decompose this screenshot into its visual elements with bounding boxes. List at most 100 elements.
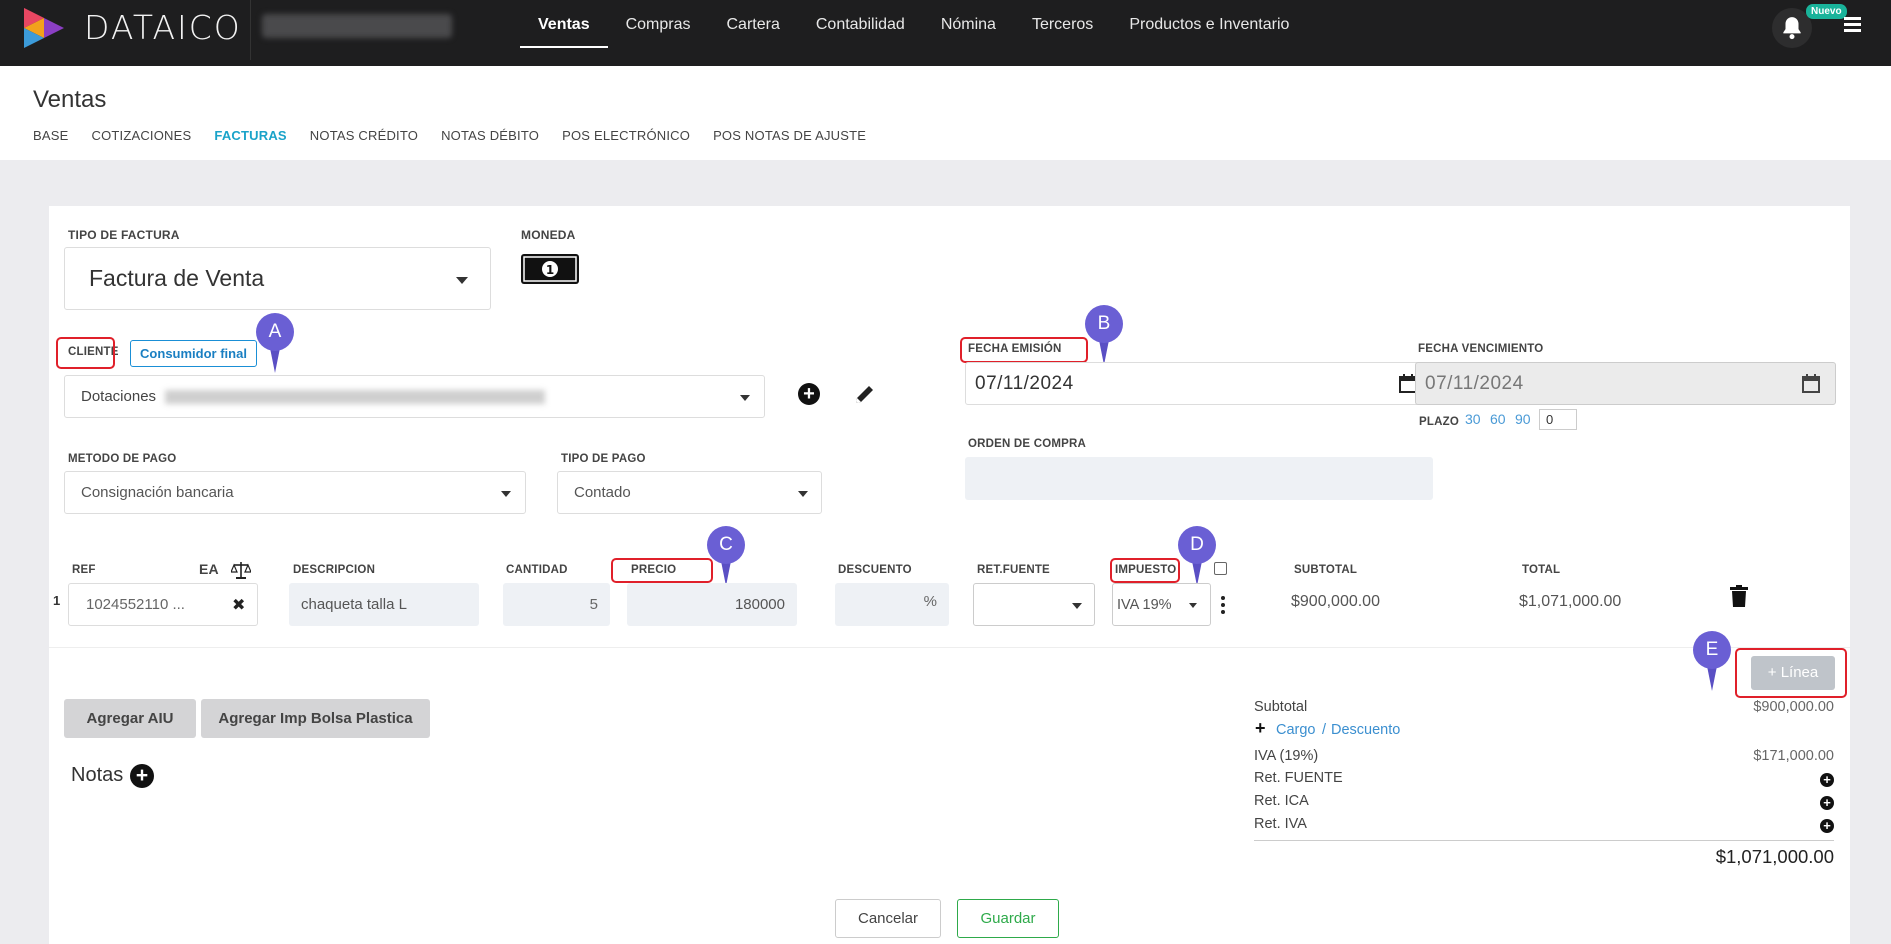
impuesto-select[interactable]: IVA 19% [1112,583,1211,626]
fecha-vencimiento-input[interactable]: 07/11/2024 [1415,362,1836,405]
tipo-pago-value: Contado [574,484,631,501]
nav-cartera[interactable]: Cartera [709,0,798,48]
cancel-button[interactable]: Cancelar [835,899,941,938]
ref-value: 1024552110 ... [86,596,185,613]
impuesto-value: IVA 19% [1117,597,1172,613]
cantidad-value: 5 [589,596,598,613]
tipo-factura-select[interactable]: Factura de Venta [64,247,491,310]
tab-pos-notas-ajuste[interactable]: POS NOTAS DE AJUSTE [713,128,866,143]
dataico-logo-icon[interactable] [20,4,68,52]
annotation-pin-a: A [256,313,296,377]
company-name-blurred [262,14,452,38]
save-button[interactable]: Guardar [957,899,1059,938]
balance-scale-icon[interactable] [231,561,251,579]
metodo-pago-value: Consignación bancaria [81,484,234,501]
tipo-pago-select[interactable]: Contado [557,471,822,514]
tab-pos-electronico[interactable]: POS ELECTRÓNICO [562,128,690,143]
fecha-vencimiento-label: FECHA VENCIMIENTO [1418,343,1544,355]
iva-value: $171,000.00 [1753,748,1834,764]
more-options-icon[interactable] [1221,596,1225,614]
hamburger-menu-icon[interactable] [1844,17,1861,34]
add-ret-iva-icon[interactable]: + [1820,819,1834,833]
money-bill-icon[interactable]: 1 [521,254,579,284]
consumidor-final-button[interactable]: Consumidor final [130,340,257,367]
col-descuento-header: DESCUENTO [838,564,912,576]
cliente-select[interactable]: Dotaciones [64,375,765,418]
brand-name[interactable]: DATAICO [84,8,242,47]
chevron-down-icon [501,491,511,497]
metodo-pago-label: METODO DE PAGO [68,453,177,465]
fecha-emision-value: 07/11/2024 [975,373,1074,394]
descuento-input[interactable]: % [835,583,949,626]
descripcion-value: chaqueta talla L [301,596,407,613]
tipo-factura-value: Factura de Venta [89,265,265,291]
ref-input[interactable]: 1024552110 ... ✖ [68,583,258,626]
annotation-pin-e: E [1693,631,1733,695]
page-header: Ventas BASE COTIZACIONES FACTURAS NOTAS … [0,66,1891,160]
chevron-down-icon [1072,603,1082,609]
agregar-aiu-button[interactable]: Agregar AIU [64,699,196,738]
add-notas-plus-icon[interactable]: + [130,764,154,788]
col-total-header: TOTAL [1522,564,1561,576]
tab-facturas[interactable]: FACTURAS [214,128,286,143]
annotation-box-fecha-emision [960,337,1088,363]
tab-base[interactable]: BASE [33,128,68,143]
nav-compras[interactable]: Compras [608,0,709,48]
orden-compra-label: ORDEN DE COMPRA [968,438,1087,450]
add-client-plus-icon[interactable]: + [798,383,820,405]
plazo-days-input[interactable]: 0 [1539,409,1577,430]
ret-iva-label: Ret. IVA [1254,816,1307,832]
new-badge: Nuevo [1806,4,1847,19]
cantidad-input[interactable]: 5 [503,583,610,626]
impuesto-checkbox[interactable] [1214,562,1227,575]
annotation-pin-b: B [1085,305,1125,369]
plazo-60-link[interactable]: 60 [1490,411,1506,427]
line-divider [49,647,1850,648]
add-ret-ica-icon[interactable]: + [1820,796,1834,810]
edit-pencil-icon[interactable] [853,382,877,406]
plazo-30-link[interactable]: 30 [1465,411,1481,427]
precio-value: 180000 [734,596,785,613]
annotation-box-cliente [56,337,115,369]
col-cantidad-header: CANTIDAD [506,564,568,576]
nav-terceros[interactable]: Terceros [1014,0,1111,48]
calendar-icon[interactable] [1801,374,1821,394]
page-title: Ventas [33,86,107,113]
descuento-link[interactable]: Descuento [1331,722,1400,738]
cargo-plus-icon[interactable]: + [1255,719,1266,737]
tab-notas-debito[interactable]: NOTAS DÉBITO [441,128,539,143]
orden-compra-input[interactable] [965,457,1433,500]
annotation-box-impuesto [1110,558,1180,583]
sub-nav: BASE COTIZACIONES FACTURAS NOTAS CRÉDITO… [33,128,889,143]
add-line-button[interactable]: + Línea [1751,656,1835,690]
tipo-pago-label: TIPO DE PAGO [561,453,646,465]
metodo-pago-select[interactable]: Consignación bancaria [64,471,526,514]
grand-total: $1,071,000.00 [1715,846,1834,867]
plazo-90-link[interactable]: 90 [1515,411,1531,427]
moneda-label: MONEDA [521,228,576,242]
ret-fuente-select[interactable] [973,583,1095,626]
line-number: 1 [53,593,61,608]
clear-ref-icon[interactable]: ✖ [232,595,245,615]
tab-notas-credito[interactable]: NOTAS CRÉDITO [310,128,418,143]
descripcion-input[interactable]: chaqueta talla L [289,583,479,626]
cargo-link[interactable]: Cargo [1276,722,1316,738]
nav-nomina[interactable]: Nómina [923,0,1014,48]
annotation-pin-d: D [1178,526,1218,590]
tab-cotizaciones[interactable]: COTIZACIONES [91,128,191,143]
trash-icon[interactable] [1730,585,1748,607]
nav-ventas[interactable]: Ventas [520,0,608,48]
iva-label: IVA (19%) [1254,748,1319,764]
fecha-emision-input[interactable]: 07/11/2024 [965,362,1433,405]
plazo-label: PLAZO [1419,416,1459,428]
agregar-imp-bolsa-button[interactable]: Agregar Imp Bolsa Plastica [201,699,430,738]
nav-contabilidad[interactable]: Contabilidad [798,0,923,48]
nav-productos-inventario[interactable]: Productos e Inventario [1111,0,1307,48]
annotation-letter-e: E [1693,631,1731,669]
annotation-letter-a: A [256,313,294,351]
topbar-divider [250,0,251,60]
precio-input[interactable]: 180000 [627,583,797,626]
add-ret-fuente-icon[interactable]: + [1820,773,1834,787]
col-ea-header: EA [199,561,219,577]
line-total: $1,071,000.00 [1519,593,1622,610]
